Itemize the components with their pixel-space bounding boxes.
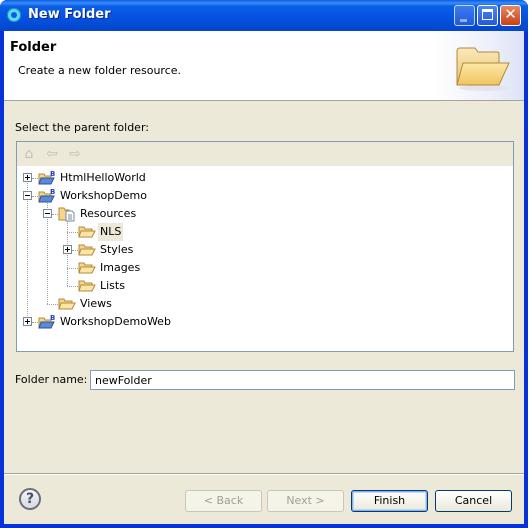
tree-connector-line: [67, 268, 78, 269]
tree-item-label: NLS: [98, 223, 124, 241]
tree-item-label: Images: [100, 261, 141, 274]
maximize-button[interactable]: [477, 5, 498, 26]
collapse-icon[interactable]: [43, 209, 52, 218]
svg-text:B: B: [50, 314, 55, 322]
tree-item-label: Lists: [100, 279, 125, 292]
tree-item-label: HtmlHelloWorld: [60, 171, 146, 184]
expand-icon[interactable]: [23, 173, 32, 182]
tree-connector-line: [67, 286, 78, 287]
minimize-button[interactable]: [454, 5, 475, 26]
tree-connector-line: [67, 232, 78, 233]
folder-icon: [78, 260, 96, 276]
home-icon[interactable]: ⌂: [21, 146, 37, 162]
project-folder-icon: B: [38, 170, 56, 186]
expand-icon[interactable]: [63, 245, 72, 254]
project-folder-icon: B: [38, 188, 56, 204]
expand-icon[interactable]: [23, 317, 32, 326]
tree-toolbar: ⌂ ⇦ ⇨: [17, 142, 513, 166]
folder-icon: [58, 296, 76, 312]
project-folder-icon: B: [38, 314, 56, 330]
wizard-header: Folder Create a new folder resource.: [4, 31, 524, 101]
help-button[interactable]: ?: [19, 488, 41, 510]
folder-icon: [78, 242, 96, 258]
back-arrow-icon[interactable]: ⇦: [44, 146, 60, 162]
dialog-client-area: Folder Create a new folder resource. Sel…: [4, 31, 524, 524]
cancel-button[interactable]: Cancel: [435, 490, 512, 512]
tree-item-label: WorkshopDemoWeb: [60, 315, 171, 328]
forward-arrow-icon[interactable]: ⇨: [67, 146, 83, 162]
close-button[interactable]: ✕: [500, 5, 521, 26]
svg-text:B: B: [50, 188, 55, 196]
folder-name-label: Folder name:: [15, 373, 88, 386]
eclipse-app-icon: [7, 8, 21, 22]
svg-text:B: B: [50, 170, 55, 178]
title-bar[interactable]: New Folder ✕: [0, 0, 528, 31]
resources-folder-icon: [58, 206, 76, 222]
dialog-window: New Folder ✕ Folder Create a new folder …: [0, 0, 528, 528]
button-bar-separator-highlight: [4, 474, 524, 475]
tree-item-label: Resources: [80, 207, 137, 220]
folder-name-input[interactable]: [90, 370, 515, 390]
tree-connector-line: [47, 304, 58, 305]
finish-button[interactable]: Finish: [351, 490, 428, 512]
parent-folder-label: Select the parent folder:: [15, 121, 149, 134]
next-button[interactable]: Next >: [267, 490, 344, 512]
help-icon: ?: [25, 491, 35, 507]
window-title: New Folder: [28, 7, 111, 22]
folder-icon: [78, 224, 96, 240]
collapse-icon[interactable]: [23, 191, 32, 200]
tree-item-label: WorkshopDemo: [60, 189, 147, 202]
close-icon: ✕: [504, 5, 517, 23]
tree-item-label: Styles: [100, 243, 134, 256]
open-folder-banner-icon: [456, 47, 511, 91]
folder-icon: [78, 278, 96, 294]
wizard-page-title: Folder: [10, 40, 57, 55]
tree-item-label: Views: [80, 297, 112, 310]
folder-tree[interactable]: ⌂ ⇦ ⇨ B HtmlHelloWorld B WorkshopDemo Resour…: [16, 141, 514, 352]
wizard-page-description: Create a new folder resource.: [18, 64, 182, 77]
back-button[interactable]: < Back: [185, 490, 262, 512]
